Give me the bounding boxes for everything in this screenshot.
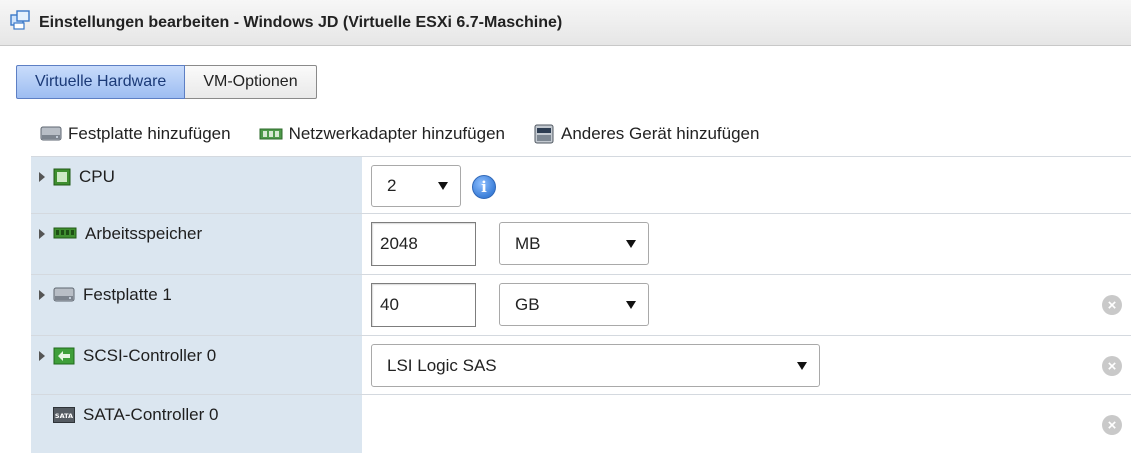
dialog-title-bar: Einstellungen bearbeiten - Windows JD (V… bbox=[0, 0, 1131, 46]
disk-size-input[interactable]: 40 bbox=[371, 283, 476, 327]
tab-virtual-hardware[interactable]: Virtuelle Hardware bbox=[16, 65, 186, 99]
cpu-count-select[interactable]: 2 bbox=[371, 165, 461, 207]
device-label: SCSI-Controller 0 bbox=[83, 346, 217, 365]
tab-vm-options[interactable]: VM-Optionen bbox=[185, 65, 317, 99]
memory-size-input[interactable]: 2048 bbox=[371, 222, 476, 266]
info-icon[interactable]: i bbox=[472, 175, 496, 199]
expand-caret-icon[interactable] bbox=[39, 290, 45, 300]
add-network-adapter-label: Netzwerkadapter hinzufügen bbox=[288, 124, 505, 143]
other-device-icon bbox=[533, 123, 555, 145]
device-label-cell: Festplatte 1 bbox=[31, 275, 362, 335]
expand-caret-icon[interactable] bbox=[39, 172, 45, 182]
remove-device-icon[interactable]: × bbox=[1102, 356, 1122, 376]
device-label-cell: CPU bbox=[31, 157, 362, 213]
cpu-count-value: 2 bbox=[387, 176, 397, 195]
device-row-scsi-controller-0: SCSI-Controller 0 LSI Logic SAS × bbox=[31, 336, 1131, 395]
scsi-type-select[interactable]: LSI Logic SAS bbox=[371, 344, 820, 387]
disk-unit-value: GB bbox=[515, 294, 540, 314]
remove-device-icon[interactable]: × bbox=[1102, 295, 1122, 315]
add-hard-disk-button[interactable]: Festplatte hinzufügen bbox=[40, 124, 231, 144]
device-value-cell: 2048 MB bbox=[362, 214, 1131, 274]
device-label: Festplatte 1 bbox=[83, 285, 172, 304]
cpu-icon bbox=[53, 168, 71, 186]
chevron-down-icon bbox=[626, 300, 636, 309]
network-adapter-icon bbox=[259, 126, 283, 142]
chevron-down-icon bbox=[797, 361, 807, 370]
device-value-cell: LSI Logic SAS × bbox=[362, 336, 1131, 394]
device-label: CPU bbox=[79, 167, 115, 186]
device-label-cell: SATA SATA-Controller 0 bbox=[31, 395, 362, 453]
device-value-cell: × bbox=[362, 395, 1131, 453]
scsi-controller-icon bbox=[53, 347, 75, 365]
device-row-cpu: CPU 2 i bbox=[31, 156, 1131, 214]
hardware-list: CPU 2 i Arbeitsspeicher 2048 MB Festplat… bbox=[31, 156, 1131, 453]
add-other-device-button[interactable]: Anderes Gerät hinzufügen bbox=[533, 123, 759, 145]
expand-caret-icon[interactable] bbox=[39, 229, 45, 239]
memory-unit-select[interactable]: MB bbox=[499, 222, 649, 265]
device-label: SATA-Controller 0 bbox=[83, 405, 219, 424]
hard-disk-icon bbox=[53, 286, 75, 304]
chevron-down-icon bbox=[626, 239, 636, 248]
hard-disk-icon bbox=[40, 125, 62, 143]
add-network-adapter-button[interactable]: Netzwerkadapter hinzufügen bbox=[259, 124, 505, 144]
device-row-memory: Arbeitsspeicher 2048 MB bbox=[31, 214, 1131, 275]
device-value-cell: 2 i bbox=[362, 157, 1131, 213]
scsi-type-value: LSI Logic SAS bbox=[387, 355, 497, 375]
add-hard-disk-label: Festplatte hinzufügen bbox=[68, 124, 231, 143]
device-label: Arbeitsspeicher bbox=[85, 224, 203, 243]
expand-caret-icon[interactable] bbox=[39, 351, 45, 361]
device-row-hard-disk-1: Festplatte 1 40 GB × bbox=[31, 275, 1131, 336]
add-device-toolbar: Festplatte hinzufügen Netzwerkadapter hi… bbox=[40, 123, 787, 145]
dialog-title: Einstellungen bearbeiten - Windows JD (V… bbox=[39, 13, 563, 31]
tab-bar: Virtuelle Hardware VM-Optionen bbox=[16, 65, 317, 99]
device-row-sata-controller-0: SATA SATA-Controller 0 × bbox=[31, 395, 1131, 453]
memory-unit-value: MB bbox=[515, 233, 541, 253]
vm-edit-icon bbox=[10, 9, 32, 36]
disk-unit-select[interactable]: GB bbox=[499, 283, 649, 326]
device-value-cell: 40 GB × bbox=[362, 275, 1131, 335]
chevron-down-icon bbox=[438, 182, 448, 190]
svg-text:SATA: SATA bbox=[55, 412, 73, 420]
remove-device-icon[interactable]: × bbox=[1102, 415, 1122, 435]
add-other-device-label: Anderes Gerät hinzufügen bbox=[560, 124, 760, 143]
sata-controller-icon: SATA bbox=[53, 406, 75, 424]
device-label-cell: Arbeitsspeicher bbox=[31, 214, 362, 274]
device-label-cell: SCSI-Controller 0 bbox=[31, 336, 362, 394]
memory-icon bbox=[53, 225, 77, 241]
